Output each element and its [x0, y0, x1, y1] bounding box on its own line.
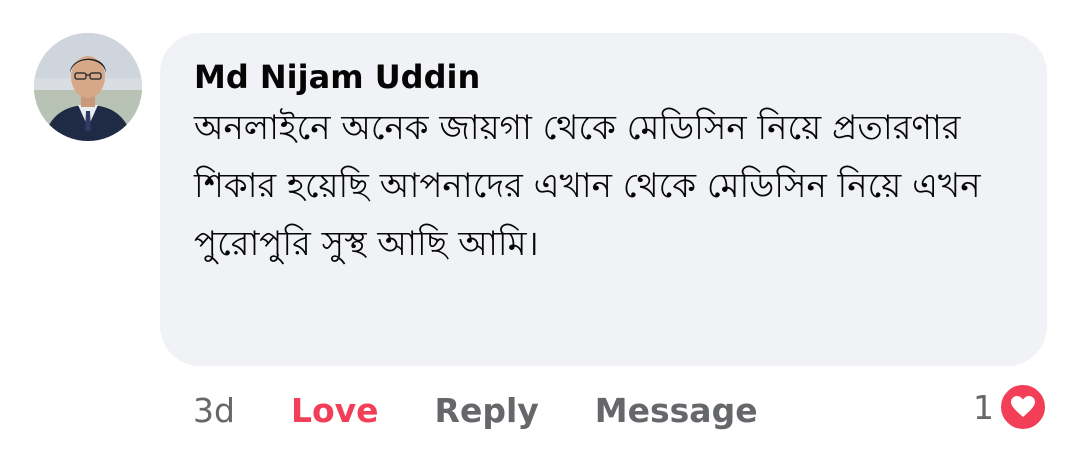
avatar[interactable] — [34, 33, 142, 141]
comment-bubble: Md Nijam Uddin অনলাইনে অনেক জায়গা থেকে … — [160, 33, 1047, 366]
avatar-photo — [34, 33, 142, 141]
message-button[interactable]: Message — [595, 391, 758, 430]
comment: Md Nijam Uddin অনলাইনে অনেক জায়গা থেকে … — [0, 0, 1080, 466]
comment-text: অনলাইনে অনেক জায়গা থেকে মেডিসিন নিয়ে প… — [194, 108, 981, 264]
reply-button[interactable]: Reply — [435, 391, 539, 430]
love-reaction-button[interactable]: Love — [291, 391, 379, 430]
reaction-summary[interactable]: 1 — [973, 382, 1048, 432]
comment-actions: 3d Love Reply Message — [193, 386, 758, 434]
comment-author[interactable]: Md Nijam Uddin — [194, 57, 1013, 97]
comment-timestamp[interactable]: 3d — [193, 391, 235, 430]
heart-icon — [998, 382, 1048, 432]
reaction-count: 1 — [973, 387, 994, 427]
